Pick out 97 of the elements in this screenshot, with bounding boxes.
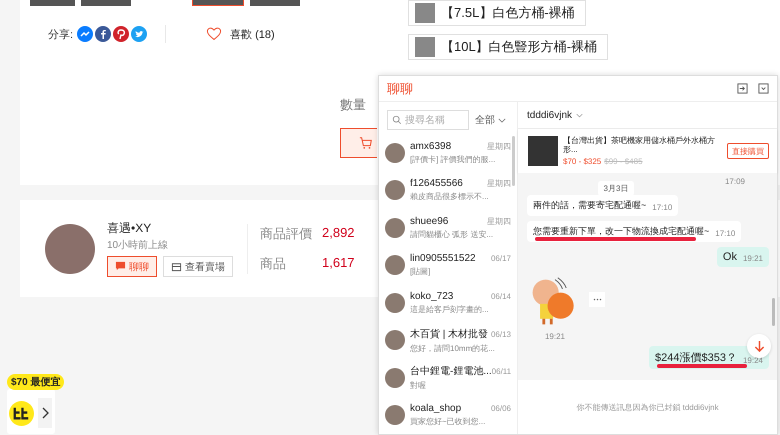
message-time: 17:09 [724,177,745,186]
contact-name: lin0905551522 [410,253,476,264]
contact-name: shuee96 [410,216,448,227]
search-field[interactable]: 搜尋名稱 [387,110,469,130]
message-time: 19:24 [742,356,763,365]
contact-name: 台中鋰電-鋰電池... [410,364,492,378]
filter-dropdown[interactable]: 全部 [473,113,508,127]
promo-widget[interactable] [7,389,55,434]
message-text: Ok [722,251,737,263]
stat-label: 商品評價 [260,224,313,242]
message-text: $244漲價$353？ [655,351,737,365]
avatar [385,142,405,163]
conversation-date: 06/06 [490,404,511,414]
conversation-item[interactable]: lin0905551522 06/17 [貼圖] [379,246,517,284]
product-price: $70 - $325 [563,157,602,166]
scrollbar[interactable] [772,298,775,326]
avatar [385,292,405,313]
message-preview: [貼圖] [410,266,432,278]
view-shop-button[interactable]: 查看賣場 [163,256,233,277]
conversation-item[interactable]: amx6398 星期四 [評價卡] 評價我們的服... [379,134,517,172]
stat-label: 商品 [260,254,287,272]
avatar [385,330,405,350]
buy-now-button[interactable]: 直接購買 [727,143,769,159]
message-preview: 您好，請問10mm的花... [410,342,496,354]
avatar [385,405,405,426]
minimize-icon[interactable] [758,83,769,94]
message-time: 19:21 [544,332,566,341]
scrollbar[interactable] [512,136,515,186]
conversation-date: 06/13 [490,330,511,339]
stat-value: 2,892 [322,224,355,242]
photo-placeholder[interactable] [192,0,244,6]
blocked-notice: 你不能傳送訊息因為你已封鎖 tdddi6vjnk [576,402,719,412]
contact-name: koko_723 [410,290,454,302]
chat-icon [115,261,126,272]
variant-option[interactable]: 【7.5L】白色方桶-裸桶 [408,0,586,26]
conversation-item[interactable]: shuee96 星期四 請問貓櫃心 弧形 送安... [379,209,517,246]
conversation-item[interactable]: 木百貨 | 木材批發 06/13 您好，請問10mm的花... [379,322,517,359]
conversation-date: 06/11 [492,367,512,376]
shop-icon [171,261,182,272]
facebook-icon[interactable] [95,26,112,42]
chevron-right-icon[interactable] [38,398,52,428]
seller-name: 喜遇•XY [107,220,152,237]
message-text: 兩件的話，需要寄宅配通喔~ [533,199,646,212]
pinterest-icon[interactable] [113,26,130,42]
conversation-date: 06/17 [490,254,511,264]
search-icon [392,115,402,125]
avatar [385,255,405,276]
conversation-item[interactable]: koala_shop 06/06 買家您好~已收到您... [379,396,517,434]
avatar [385,218,405,238]
variant-option[interactable]: 【10L】白色豎形方桶-裸桶 [408,34,608,60]
contact-name: f126455566 [410,178,463,190]
twitter-icon[interactable] [131,26,148,42]
heart-icon[interactable] [206,27,222,41]
conversation-date: 星期四 [487,178,511,190]
cart-icon [359,136,373,150]
message-time: 17:10 [652,203,672,212]
message-preview: 請問貓櫃心 弧形 送安... [410,228,494,240]
message-time: 19:21 [742,254,763,263]
contact-name: amx6398 [410,140,452,152]
conversation-item[interactable]: koko_723 06/14 這是給客戶刻字畫的... [379,284,517,322]
like-count[interactable]: 喜歡 (18) [230,26,275,42]
message-preview: 對喔 [410,380,427,392]
chat-title: 聊聊 [387,80,413,98]
conversation-item[interactable]: 台中鋰電-鋰電池...06/11 對喔 [379,359,517,396]
message-preview: 這是給客戶刻字畫的... [410,304,490,315]
arrow-down-icon [754,340,764,352]
message-preview: 賴皮商品很多標示不... [410,191,490,202]
contact-name: 木百貨 | 木材批發 [410,328,488,341]
seller-status: 10小時前上線 [107,238,170,252]
expand-icon[interactable] [737,83,748,94]
avatar [385,180,405,200]
logo-icon[interactable] [9,400,34,426]
message-time: 17:10 [715,229,736,238]
message-text: 您需要重新下單，改一下物流換成宅配通喔~ [533,225,710,238]
conversation-date: 星期四 [487,216,511,227]
product-title: 【台灣出貨】茶吧機家用儲水桶戶外水桶方形... [563,136,716,154]
share-label: 分享: [48,28,74,42]
messenger-icon[interactable] [77,26,94,42]
date-chip: 3月3日 [598,181,634,196]
original-price: $99 - $485 [604,157,643,166]
price-badge: $70 最便宜 [7,374,64,390]
contact-name[interactable]: tdddi6vjnk [527,110,572,120]
photo-placeholder [45,224,95,274]
caret-icon [498,118,506,122]
stat-value: 1,617 [322,254,355,272]
quantity-label: 數量 [340,96,367,114]
message-preview: [評價卡] 評價我們的服... [410,154,496,165]
conversation-date: 06/14 [490,292,511,301]
conversation-item[interactable]: f126455566 星期四 賴皮商品很多標示不... [379,172,517,209]
message-preview: 買家您好~已收到您... [410,416,486,428]
photo-placeholder [528,136,558,166]
avatar [385,368,405,388]
contact-name: koala_shop [410,403,462,414]
scroll-down-button[interactable] [747,334,771,358]
add-to-cart-button[interactable] [340,128,377,158]
caret-icon[interactable] [576,112,584,118]
conversation-date: 星期四 [487,140,511,152]
